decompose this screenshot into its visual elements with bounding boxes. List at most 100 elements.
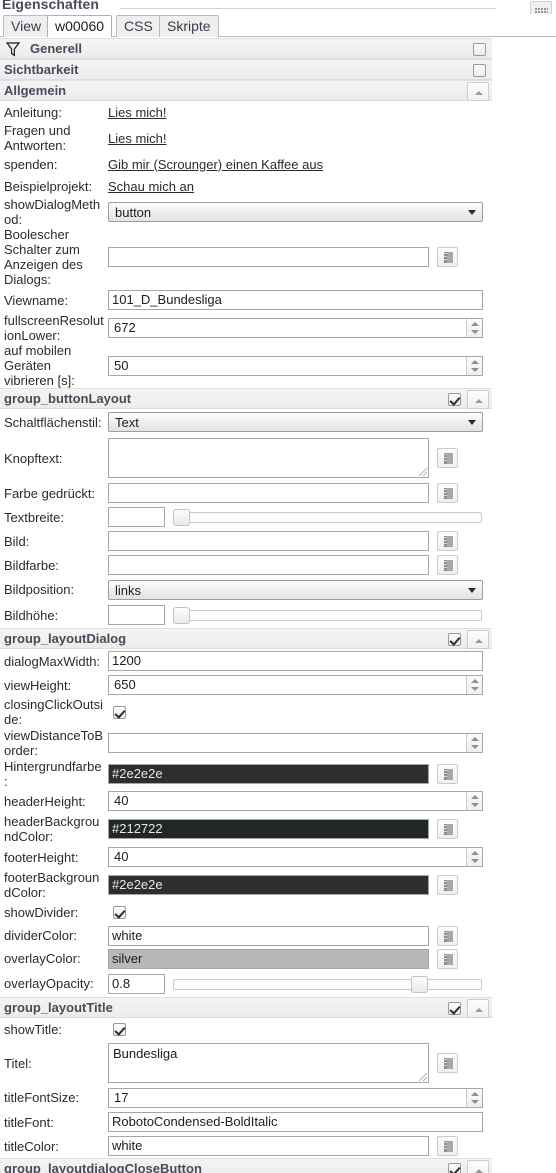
section-checkbox[interactable] bbox=[448, 633, 461, 646]
row-beispielprojekt: Beispielprojekt: Schau mich an bbox=[0, 175, 556, 197]
spinner-buttons[interactable] bbox=[466, 356, 482, 375]
funnel-icon bbox=[6, 42, 20, 57]
headerheight-spinner[interactable]: 40 bbox=[108, 791, 483, 811]
section-checkbox[interactable] bbox=[448, 393, 461, 406]
book-icon bbox=[444, 769, 453, 780]
tab-skripte[interactable]: Skripte bbox=[159, 15, 219, 37]
spinner-buttons[interactable] bbox=[466, 848, 482, 866]
footerheight-spinner[interactable]: 40 bbox=[108, 847, 483, 867]
beispielprojekt-link[interactable]: Schau mich an bbox=[108, 179, 194, 194]
viewname-input[interactable]: 101_D_Bundesliga bbox=[108, 290, 483, 310]
collapse-button[interactable] bbox=[467, 999, 489, 1018]
row-label: Titel: bbox=[4, 1055, 32, 1071]
section-sichtbarkeit[interactable]: Sichtbarkeit bbox=[0, 59, 492, 80]
textbreite-input[interactable] bbox=[108, 507, 165, 527]
bildhoehe-input[interactable] bbox=[108, 605, 165, 625]
dividercolor-input[interactable]: white bbox=[108, 925, 429, 946]
row-headerheight: headerHeight: 40 bbox=[0, 789, 556, 813]
tab-css[interactable]: CSS bbox=[116, 15, 161, 37]
book-icon bbox=[444, 953, 453, 965]
titlefont-input[interactable]: RobotoCondensed-BoldItalic bbox=[108, 1112, 483, 1132]
textbreite-slider[interactable] bbox=[173, 509, 482, 526]
boolean-switch-picker-button[interactable] bbox=[437, 247, 458, 267]
section-group-buttonlayout[interactable]: group_buttonLayout bbox=[0, 388, 492, 409]
spinner-buttons[interactable] bbox=[466, 792, 482, 810]
closingclickoutside-checkbox[interactable] bbox=[113, 705, 126, 719]
section-checkbox[interactable] bbox=[473, 64, 486, 77]
showdialogmethod-select[interactable]: button bbox=[108, 202, 483, 222]
dividercolor-picker-button[interactable] bbox=[437, 925, 458, 946]
resize-grip-icon[interactable] bbox=[419, 1073, 427, 1081]
bildfarbe-input[interactable] bbox=[108, 555, 429, 575]
section-group-layouttitle[interactable]: group_layoutTitle bbox=[0, 997, 492, 1018]
book-icon bbox=[444, 560, 453, 571]
spinner-buttons[interactable] bbox=[466, 676, 482, 694]
anleitung-link[interactable]: Lies mich! bbox=[108, 105, 167, 120]
row-label: fullscreenResolutionLower: bbox=[4, 313, 104, 343]
spinner-buttons[interactable] bbox=[466, 734, 482, 752]
schaltflaechenstil-select[interactable]: Text bbox=[108, 412, 483, 432]
bildposition-select[interactable]: links bbox=[108, 579, 483, 600]
titlefontsize-spinner[interactable]: 17 bbox=[108, 1087, 483, 1108]
bildfarbe-picker-button[interactable] bbox=[437, 555, 458, 575]
slider-thumb[interactable] bbox=[411, 975, 428, 993]
spinner-value: 50 bbox=[114, 357, 129, 373]
spinner-buttons[interactable] bbox=[466, 319, 482, 337]
overlaycolor-input[interactable]: silver bbox=[108, 948, 429, 969]
headerbackgroundcolor-input[interactable]: #212722 bbox=[108, 819, 429, 839]
farbe-gedrueckt-input[interactable] bbox=[108, 483, 429, 503]
collapse-button[interactable] bbox=[467, 1160, 489, 1173]
spinner-buttons[interactable] bbox=[466, 1088, 482, 1107]
overlaycolor-picker-button[interactable] bbox=[437, 948, 458, 969]
tab-w00060[interactable]: w00060 bbox=[47, 15, 113, 37]
dialogmaxwidth-input[interactable]: 1200 bbox=[108, 651, 483, 671]
showdivider-checkbox[interactable] bbox=[113, 906, 126, 919]
bild-input[interactable] bbox=[108, 531, 429, 551]
resize-grip-icon[interactable] bbox=[419, 468, 427, 476]
bildhoehe-slider[interactable] bbox=[173, 607, 482, 624]
section-generell[interactable]: Generell bbox=[0, 38, 492, 59]
collapse-button[interactable] bbox=[467, 390, 489, 409]
row-footerbackgroundcolor: footerBackgroundColor: #2e2e2e bbox=[0, 869, 556, 901]
boolean-switch-input[interactable] bbox=[108, 247, 429, 267]
overlayopacity-slider[interactable] bbox=[173, 975, 482, 993]
slider-thumb[interactable] bbox=[173, 607, 190, 624]
collapse-button[interactable] bbox=[467, 82, 489, 101]
showtitle-checkbox[interactable] bbox=[113, 1023, 126, 1036]
section-checkbox[interactable] bbox=[448, 1163, 461, 1173]
footerbackgroundcolor-input[interactable]: #2e2e2e bbox=[108, 875, 429, 895]
bild-picker-button[interactable] bbox=[437, 531, 458, 551]
viewdistancetoborder-spinner[interactable] bbox=[108, 733, 483, 753]
knopftext-textarea[interactable] bbox=[108, 438, 429, 478]
titel-picker-button[interactable] bbox=[437, 1053, 458, 1073]
knopftext-picker-button[interactable] bbox=[437, 448, 458, 468]
select-value: button bbox=[115, 205, 152, 220]
hintergrundfarbe-picker-button[interactable] bbox=[437, 764, 458, 784]
section-checkbox[interactable] bbox=[448, 1002, 461, 1015]
titlecolor-input[interactable]: white bbox=[108, 1136, 429, 1156]
footerbackgroundcolor-picker-button[interactable] bbox=[437, 875, 458, 895]
titlecolor-picker-button[interactable] bbox=[437, 1136, 458, 1156]
spenden-link[interactable]: Gib mir (Scrounger) einen Kaffee aus bbox=[108, 157, 323, 172]
hintergrundfarbe-input[interactable]: #2e2e2e bbox=[108, 764, 429, 784]
slider-thumb[interactable] bbox=[173, 509, 190, 526]
fragen-link[interactable]: Lies mich! bbox=[108, 131, 167, 146]
tab-view[interactable]: View bbox=[3, 15, 50, 37]
section-allgemein[interactable]: Allgemein bbox=[0, 80, 492, 101]
section-checkbox[interactable] bbox=[473, 43, 486, 56]
row-fragen: Fragen und Antworten: Lies mich! bbox=[0, 123, 556, 153]
viewheight-spinner[interactable]: 650 bbox=[108, 675, 483, 695]
farbe-gedrueckt-picker-button[interactable] bbox=[437, 483, 458, 503]
section-group-layoutdialogclosebutton[interactable]: group_layoutdialogCloseButton bbox=[0, 1158, 492, 1173]
vibrate-spinner[interactable]: 50 bbox=[108, 355, 483, 376]
fullscreenresolutionlower-spinner[interactable]: 672 bbox=[108, 318, 483, 338]
titel-textarea[interactable]: Bundesliga bbox=[108, 1043, 429, 1083]
headerbackgroundcolor-picker-button[interactable] bbox=[437, 819, 458, 839]
overlayopacity-input[interactable]: 0.8 bbox=[108, 973, 165, 994]
section-group-layoutdialog[interactable]: group_layoutDialog bbox=[0, 628, 492, 649]
row-titlefontsize: titleFontSize: 17 bbox=[0, 1085, 556, 1110]
collapse-button[interactable] bbox=[467, 630, 489, 649]
section-controls bbox=[448, 629, 492, 650]
book-icon bbox=[444, 453, 453, 464]
row-viewheight: viewHeight: 650 bbox=[0, 673, 556, 697]
